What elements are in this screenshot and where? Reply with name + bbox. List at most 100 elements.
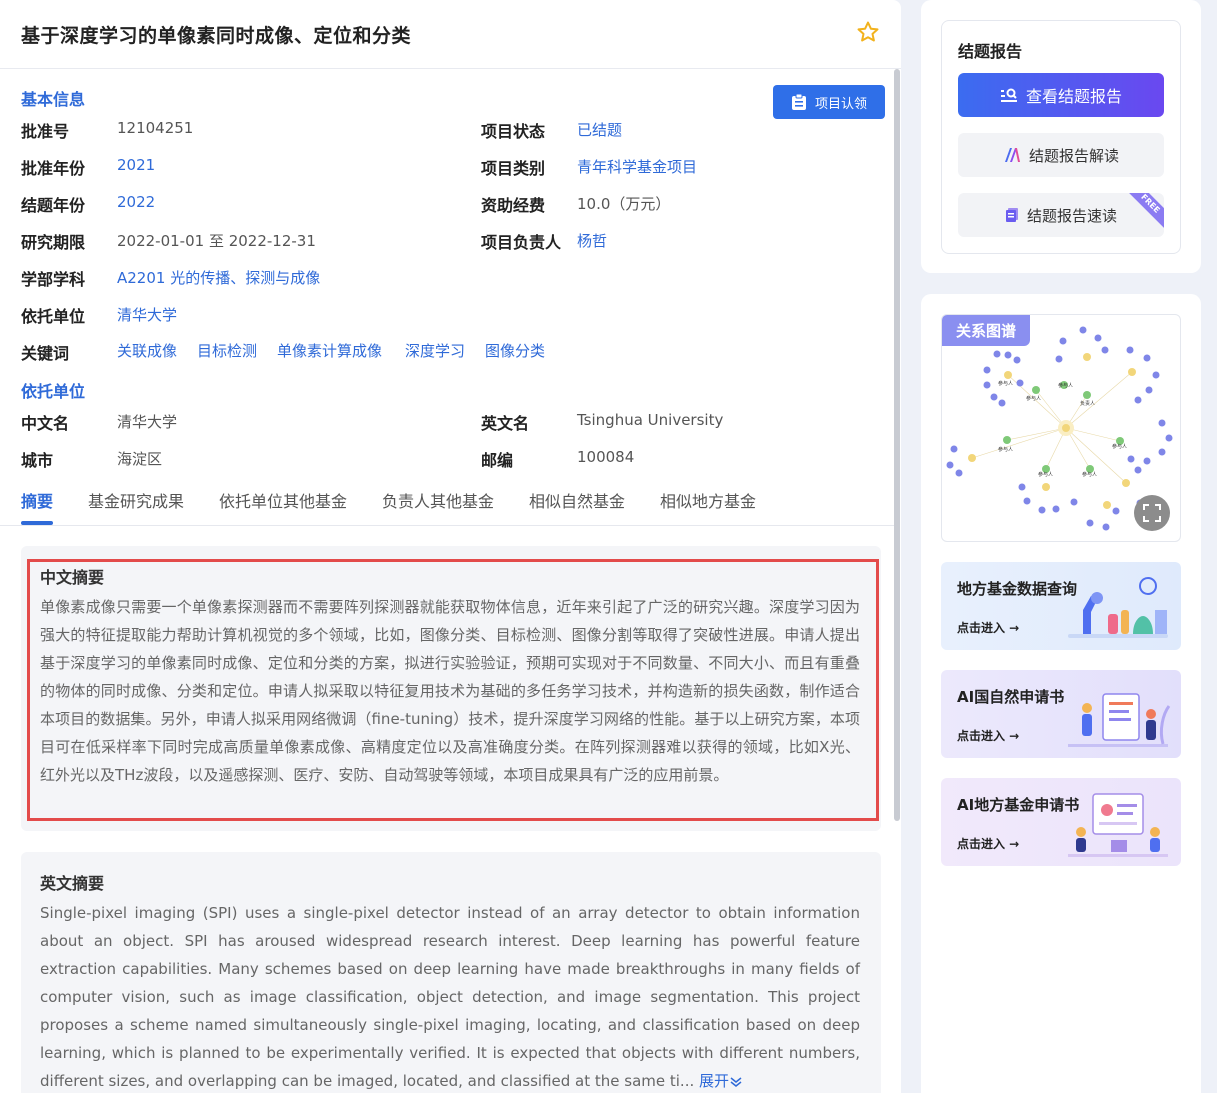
star-icon[interactable]	[856, 20, 880, 44]
chevron-double-down-icon	[730, 1076, 742, 1087]
zip-label: 邮编	[481, 451, 514, 470]
fullscreen-button[interactable]	[1134, 495, 1170, 531]
tab-institution-funds[interactable]: 依托单位其他基金	[219, 488, 347, 512]
promo-ai-local-fund-application[interactable]: AI地方基金申请书 点击进入 →	[941, 778, 1181, 866]
tab-similar-local-funds[interactable]: 相似地方基金	[660, 488, 756, 512]
microscope-illustration-icon	[1068, 577, 1168, 638]
keyword-link[interactable]: 图像分类	[485, 340, 545, 361]
funding-value: 10.0（万元）	[577, 195, 671, 213]
keyword-link[interactable]: 关联成像	[117, 340, 177, 361]
approval-no-value: 12104251	[117, 119, 194, 137]
relation-card: 参与人 参与人 负责人 参与人 参与人 参与人 参与人 参与人 关系图谱 地方基…	[921, 294, 1201, 1093]
city-label: 城市	[21, 451, 54, 470]
graph-node-label: 负责人	[1080, 400, 1095, 407]
approval-no-label: 批准号	[21, 122, 70, 141]
graph-node-label: 参与人	[1082, 471, 1097, 478]
category-label: 项目类别	[481, 159, 546, 178]
keyword-link[interactable]: 单像素计算成像	[277, 340, 382, 361]
scrollbar[interactable]	[894, 69, 900, 821]
report-box: 结题报告 查看结题报告 结题报告解读 结题报告速读 FREE	[941, 20, 1181, 254]
graph-node-label: 参与人	[998, 380, 1013, 387]
promo-title: AI地方基金申请书	[957, 796, 1080, 814]
tab-abstract[interactable]: 摘要	[21, 488, 53, 512]
page-title: 基于深度学习的单像素同时成像、定位和分类	[21, 24, 412, 47]
period-value: 2022-01-01 至 2022-12-31	[117, 232, 316, 250]
presentation-illustration-icon	[1068, 793, 1168, 857]
institution-section-title: 依托单位	[21, 382, 86, 401]
funding-label: 资助经费	[481, 196, 546, 215]
approval-year-label: 批准年份	[21, 159, 86, 178]
free-badge: FREE	[1123, 193, 1164, 231]
keyword-link[interactable]: 深度学习	[405, 340, 465, 361]
promo-enter-link[interactable]: 点击进入 →	[957, 619, 1019, 636]
discipline-label: 学部学科	[21, 270, 86, 289]
team-illustration-icon	[1068, 693, 1171, 747]
abstract-en-title: 英文摘要	[40, 874, 105, 893]
tab-leader-funds[interactable]: 负责人其他基金	[382, 488, 494, 512]
zip-value: 100084	[577, 448, 635, 466]
abstract-cn-title: 中文摘要	[40, 568, 105, 587]
report-quick-button[interactable]: 结题报告速读 FREE	[958, 193, 1164, 237]
promo-ai-nsfc-application[interactable]: AI国自然申请书 点击进入 →	[941, 670, 1181, 758]
document-icon	[1005, 208, 1018, 222]
institution-label: 依托单位	[21, 307, 86, 326]
tab-similar-natural-funds[interactable]: 相似自然基金	[529, 488, 625, 512]
report-interpret-button[interactable]: 结题报告解读	[958, 133, 1164, 177]
keywords-label: 关键词	[21, 344, 70, 363]
keyword-link[interactable]: 目标检测	[197, 340, 257, 361]
leader-link[interactable]: 杨哲	[577, 230, 607, 251]
city-value: 海淀区	[117, 450, 163, 468]
graph-node-label: 参与人	[1058, 382, 1073, 389]
clipboard-icon	[791, 93, 806, 110]
abstract-en-panel: 英文摘要 Single-pixel imaging (SPI) uses a s…	[21, 852, 881, 1093]
cn-name-value: 清华大学	[117, 413, 178, 431]
promo-title: 地方基金数据查询	[957, 580, 1078, 598]
en-name-value: Tsinghua University	[577, 411, 724, 429]
status-label: 项目状态	[481, 122, 546, 141]
graph-node-label: 参与人	[1112, 443, 1127, 450]
report-quick-label: 结题报告速读	[1026, 206, 1117, 225]
abstract-en-text: Single-pixel imaging (SPI) uses a single…	[40, 904, 860, 1090]
report-search-icon	[1000, 88, 1017, 102]
title-bar: 基于深度学习的单像素同时成像、定位和分类	[0, 0, 901, 69]
abstract-cn-text: 单像素成像只需要一个单像素探测器而不需要阵列探测器就能获取物体信息，近年来引起了…	[40, 598, 860, 784]
period-label: 研究期限	[21, 233, 86, 252]
conclusion-year-link[interactable]: 2022	[117, 193, 155, 211]
view-report-label: 查看结题报告	[1025, 87, 1122, 106]
report-interpret-label: 结题报告解读	[1028, 146, 1119, 165]
project-detail-card: 基于深度学习的单像素同时成像、定位和分类 基本信息 项目认领 批准号 12104…	[0, 0, 901, 1093]
promo-enter-link[interactable]: 点击进入 →	[957, 727, 1019, 744]
expand-link[interactable]: 展开	[699, 1072, 743, 1090]
promo-enter-link[interactable]: 点击进入 →	[957, 835, 1019, 852]
institution-link[interactable]: 清华大学	[117, 304, 177, 325]
abstract-en-body: Single-pixel imaging (SPI) uses a single…	[40, 899, 860, 1093]
promo-local-fund-query[interactable]: 地方基金数据查询 点击进入 →	[941, 562, 1181, 650]
basic-info-title: 基本信息	[21, 90, 86, 109]
graph-node-label: 参与人	[1026, 395, 1041, 402]
promo-title: AI国自然申请书	[957, 688, 1065, 706]
approval-year-link[interactable]: 2021	[117, 156, 155, 174]
category-link[interactable]: 青年科学基金项目	[577, 156, 697, 177]
graph-node-label: 参与人	[1038, 471, 1053, 478]
relation-graph-title: 关系图谱	[942, 315, 1030, 346]
report-card: 结题报告 查看结题报告 结题报告解读 结题报告速读 FREE	[921, 0, 1201, 273]
view-report-button[interactable]: 查看结题报告	[958, 73, 1164, 117]
relation-graph[interactable]: 参与人 参与人 负责人 参与人 参与人 参与人 参与人 参与人 关系图谱	[941, 314, 1181, 542]
tab-bar: 摘要 基金研究成果 依托单位其他基金 负责人其他基金 相似自然基金 相似地方基金	[0, 478, 894, 526]
report-title: 结题报告	[958, 42, 1023, 61]
leader-label: 项目负责人	[481, 233, 562, 252]
claim-project-label: 项目认领	[814, 96, 867, 112]
discipline-link[interactable]: A2201 光的传播、探测与成像	[117, 267, 320, 288]
fullscreen-icon	[1143, 504, 1161, 522]
abstract-cn-panel: 中文摘要 单像素成像只需要一个单像素探测器而不需要阵列探测器就能获取物体信息，近…	[21, 546, 881, 831]
ai-logo-icon	[1004, 148, 1020, 162]
cn-name-label: 中文名	[21, 414, 70, 433]
status-link[interactable]: 已结题	[577, 119, 622, 140]
expand-label: 展开	[699, 1072, 730, 1090]
claim-project-button[interactable]: 项目认领	[773, 85, 885, 119]
graph-node-label: 参与人	[998, 446, 1013, 453]
active-tab-indicator	[21, 521, 53, 525]
tab-research-results[interactable]: 基金研究成果	[88, 488, 184, 512]
conclusion-year-label: 结题年份	[21, 196, 86, 215]
en-name-label: 英文名	[481, 414, 530, 433]
